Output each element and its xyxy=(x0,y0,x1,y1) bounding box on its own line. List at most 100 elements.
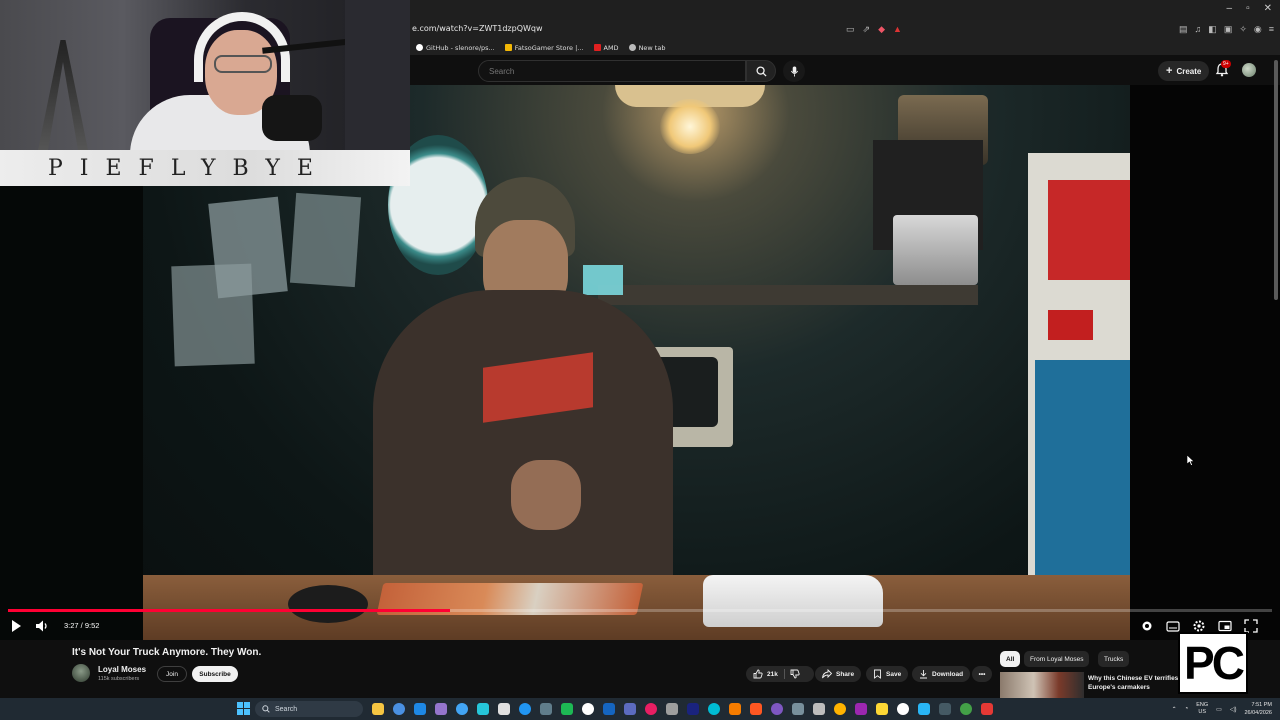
network-icon[interactable]: ▭ xyxy=(1216,706,1222,713)
taskbar-app-icon[interactable] xyxy=(771,703,783,715)
recommended-video-thumbnail[interactable] xyxy=(1000,672,1084,698)
channel-avatar[interactable] xyxy=(72,664,90,682)
search-input[interactable] xyxy=(479,61,745,82)
volume-icon[interactable] xyxy=(35,619,49,633)
taskbar-app-icon[interactable] xyxy=(834,703,846,715)
autoplay-toggle-icon[interactable] xyxy=(1140,619,1154,633)
taskbar-app-icon[interactable] xyxy=(876,703,888,715)
tray-chevron-icon[interactable]: ⌃ xyxy=(1172,706,1177,713)
playback-time: 3:27 / 9:52 xyxy=(64,621,100,630)
github-icon xyxy=(416,44,423,51)
save-label: Save xyxy=(886,670,902,678)
bookmark-amd[interactable]: AMD xyxy=(593,44,619,52)
music-icon[interactable]: ♫ xyxy=(1195,24,1202,35)
download-button[interactable]: Download xyxy=(912,666,971,682)
taskbar-app-icon[interactable] xyxy=(624,703,636,715)
mouse-cursor-icon xyxy=(1187,455,1195,466)
taskbar-app-icon[interactable] xyxy=(540,703,552,715)
extensions-icon[interactable]: ✧ xyxy=(1239,24,1247,35)
speaker-icon[interactable]: ◁) xyxy=(1230,706,1237,713)
filter-chip-trucks[interactable]: Trucks xyxy=(1098,651,1130,667)
taskbar-search[interactable]: Search xyxy=(255,701,363,717)
voice-search-button[interactable] xyxy=(783,60,805,82)
taskbar-app-icon[interactable] xyxy=(498,703,510,715)
taskbar-clock[interactable]: 7:51 PM 26/04/2026 xyxy=(1244,701,1272,717)
create-button[interactable]: + Create xyxy=(1158,61,1210,81)
recommended-video-title[interactable]: Why this Chinese EV terrifies Europe's c… xyxy=(1088,674,1180,692)
more-actions-button[interactable]: ••• xyxy=(972,666,992,682)
address-bar[interactable]: e.com/watch?v=ZWT1dzpQWqw ▭ ⇗ ◆ ▲ ▤ ♫ ◧ … xyxy=(406,20,1280,40)
taskbar-app-icon[interactable] xyxy=(582,703,594,715)
share-button[interactable]: Share xyxy=(815,666,862,682)
sidebar-icon[interactable]: ▤ xyxy=(1179,24,1188,35)
close-icon[interactable]: ✕ xyxy=(1264,3,1272,14)
taskbar-app-icon[interactable] xyxy=(729,703,741,715)
search-box[interactable] xyxy=(478,60,746,82)
taskbar-app-icon[interactable] xyxy=(792,703,804,715)
taskbar-app-icon[interactable] xyxy=(372,703,384,715)
taskbar-app-icon[interactable] xyxy=(708,703,720,715)
filter-chip-from-channel[interactable]: From Loyal Moses xyxy=(1024,651,1090,667)
url-text[interactable]: e.com/watch?v=ZWT1dzpQWqw xyxy=(412,24,543,33)
taskbar-app-icon[interactable] xyxy=(393,703,405,715)
taskbar-app-icon[interactable] xyxy=(414,703,426,715)
like-dislike-group: 21k xyxy=(746,666,814,682)
minimize-icon[interactable]: – xyxy=(1227,3,1233,14)
reading-list-icon[interactable]: ◧ xyxy=(1208,24,1217,35)
wall-poster xyxy=(171,263,255,367)
progress-bar[interactable] xyxy=(8,609,1272,612)
join-button[interactable]: Join xyxy=(157,666,187,682)
taskbar-app-icon[interactable] xyxy=(456,703,468,715)
taskbar-app-icon[interactable] xyxy=(897,703,909,715)
bookmark-new-tab[interactable]: New tab xyxy=(628,44,665,52)
youtube-header: + Create 9+ xyxy=(406,56,1280,85)
subscribe-button[interactable]: Subscribe xyxy=(192,666,238,682)
taskbar-apps xyxy=(372,703,993,715)
subtitles-icon[interactable] xyxy=(1166,619,1180,633)
play-icon[interactable] xyxy=(10,619,22,633)
taskbar-app-icon[interactable] xyxy=(960,703,972,715)
alert-icon[interactable]: ▲ xyxy=(893,24,902,35)
download-label: Download xyxy=(932,670,964,678)
language-code: ENG xyxy=(1196,702,1209,708)
save-button[interactable]: Save xyxy=(866,666,909,682)
taskbar-app-icon[interactable] xyxy=(981,703,993,715)
taskbar-app-icon[interactable] xyxy=(750,703,762,715)
fullscreen-icon[interactable] xyxy=(1244,619,1258,633)
vpn-icon[interactable]: ◉ xyxy=(1254,24,1262,35)
page-scrollbar[interactable] xyxy=(1274,60,1278,300)
windows-start-icon[interactable] xyxy=(237,702,250,715)
taskbar-app-icon[interactable] xyxy=(855,703,867,715)
menu-icon[interactable]: ≡ xyxy=(1269,24,1274,35)
address-bar-actions: ▭ ⇗ ◆ ▲ xyxy=(846,24,902,35)
like-button[interactable]: 21k xyxy=(753,669,778,679)
taskbar-app-icon[interactable] xyxy=(603,703,615,715)
wallet-icon[interactable]: ▣ xyxy=(1224,24,1233,35)
bookmark-github[interactable]: GitHub - slenore/ps... xyxy=(416,44,495,52)
search-button[interactable] xyxy=(746,60,776,82)
filter-chip-all[interactable]: All xyxy=(1000,651,1021,667)
taskbar-app-icon[interactable] xyxy=(519,703,531,715)
taskbar-app-icon[interactable] xyxy=(939,703,951,715)
taskbar-app-icon[interactable] xyxy=(918,703,930,715)
taskbar-app-icon[interactable] xyxy=(561,703,573,715)
install-app-icon[interactable]: ▭ xyxy=(846,24,855,35)
notification-count-badge: 9+ xyxy=(1221,60,1231,68)
maximize-icon[interactable]: ▫ xyxy=(1246,3,1250,14)
taskbar-app-icon[interactable] xyxy=(645,703,657,715)
thumbs-down-icon[interactable] xyxy=(790,669,800,679)
channel-name[interactable]: Loyal Moses xyxy=(98,665,146,674)
language-indicator[interactable]: ENG US xyxy=(1196,702,1208,716)
taskbar-app-icon[interactable] xyxy=(477,703,489,715)
taskbar-app-icon[interactable] xyxy=(687,703,699,715)
share-page-icon[interactable]: ⇗ xyxy=(863,24,871,35)
wifi-icon[interactable]: ◔ xyxy=(1185,706,1189,712)
taskbar-app-icon[interactable] xyxy=(435,703,447,715)
settings-gear-icon[interactable] xyxy=(1192,619,1206,633)
taskbar-app-icon[interactable] xyxy=(666,703,678,715)
extension-shield-icon[interactable]: ◆ xyxy=(878,24,885,35)
taskbar-app-icon[interactable] xyxy=(813,703,825,715)
miniplayer-icon[interactable] xyxy=(1218,619,1232,633)
bookmark-fatsogamer[interactable]: FatsoGamer Store |... xyxy=(504,44,584,52)
account-avatar[interactable] xyxy=(1242,63,1256,77)
